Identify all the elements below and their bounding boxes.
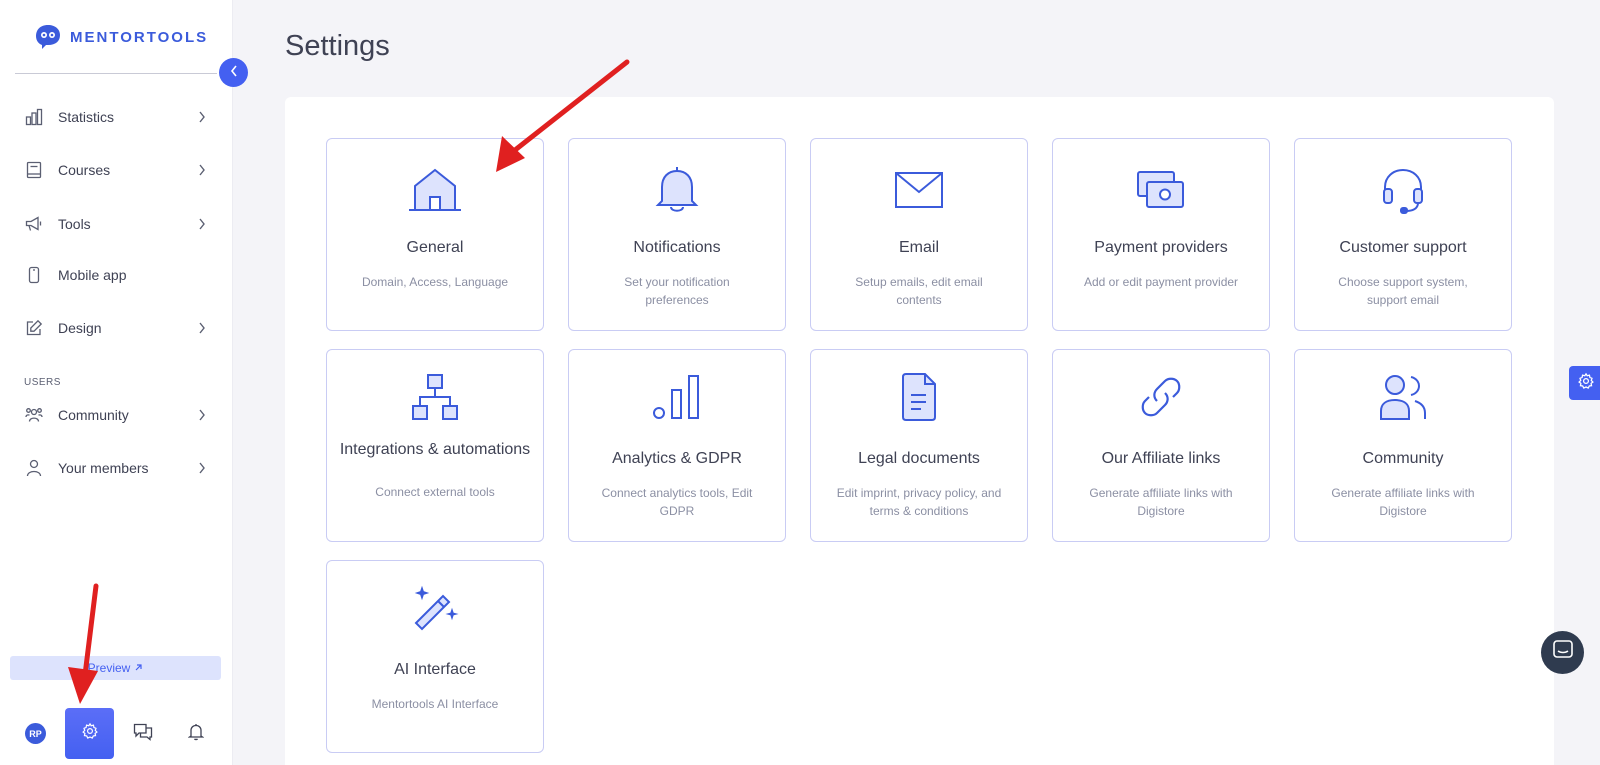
external-arrow-icon <box>134 661 143 675</box>
chat-launcher-button[interactable] <box>1541 631 1584 674</box>
settings-card-integrations[interactable]: Integrations & automations Connect exter… <box>326 349 544 542</box>
card-description: Choose support system, support email <box>1338 275 1468 307</box>
sidebar-divider <box>15 73 217 74</box>
group-icon <box>24 405 44 425</box>
settings-card-ai-interface[interactable]: AI Interface Mentortools AI Interface <box>326 560 544 753</box>
settings-card-community[interactable]: Community Generate affiliate links with … <box>1294 349 1512 542</box>
chevron-right-icon <box>195 163 209 177</box>
user-icon <box>24 458 44 478</box>
cash-icon <box>1053 165 1269 215</box>
preview-button[interactable]: Preview <box>10 656 221 680</box>
sidebar-item-label: Statistics <box>58 109 115 125</box>
card-title: Payment providers <box>1094 239 1228 256</box>
pencil-square-icon <box>24 318 44 338</box>
card-title: Community <box>1362 450 1444 467</box>
card-description: Generate affiliate links with Digistore <box>1331 486 1475 518</box>
card-title: Integrations & automations <box>339 441 531 458</box>
mentortools-logo-icon <box>34 23 62 51</box>
card-description: Setup emails, edit email contents <box>855 275 983 307</box>
chevron-right-icon <box>195 110 209 124</box>
sidebar-item-label: Design <box>58 320 102 336</box>
settings-card-legal-documents[interactable]: Legal documents Edit imprint, privacy po… <box>810 349 1028 542</box>
settings-card-affiliate-links[interactable]: Our Affiliate links Generate affiliate l… <box>1052 349 1270 542</box>
avatar[interactable]: RP <box>25 723 46 744</box>
brand-name: MENTORTOOLS <box>70 28 209 46</box>
bar-chart-icon <box>24 107 44 127</box>
sidebar-item-label: Courses <box>58 162 111 178</box>
card-description: Generate affiliate links with Digistore <box>1089 486 1233 518</box>
card-title: Notifications <box>633 239 721 256</box>
card-description: Connect external tools <box>375 485 495 499</box>
card-title: AI Interface <box>394 661 476 678</box>
sidebar-item-label: Community <box>58 407 129 423</box>
card-title: Customer support <box>1339 239 1467 256</box>
sidebar-item-design[interactable]: Design <box>24 310 209 346</box>
hierarchy-icon <box>327 372 543 422</box>
settings-card-analytics-gdpr[interactable]: Analytics & GDPR Connect analytics tools… <box>568 349 786 542</box>
settings-button[interactable] <box>65 708 114 759</box>
chevron-right-icon <box>195 217 209 231</box>
link-icon <box>1053 372 1269 422</box>
chevron-left-icon <box>230 64 238 82</box>
users-section-label: USERS <box>24 377 61 388</box>
chat-button[interactable] <box>132 723 154 745</box>
chat-icon <box>1552 639 1574 666</box>
document-icon <box>811 372 1027 422</box>
sidebar-item-tools[interactable]: Tools <box>24 206 209 242</box>
sidebar-item-your-members[interactable]: Your members <box>24 450 209 486</box>
card-description: Connect analytics tools, Edit GDPR <box>601 486 753 518</box>
envelope-icon <box>811 165 1027 215</box>
card-description: Domain, Access, Language <box>361 275 509 289</box>
card-title: Email <box>898 239 939 256</box>
gear-icon <box>1577 372 1595 395</box>
sidebar-item-community[interactable]: Community <box>24 397 209 433</box>
sidebar-item-label: Mobile app <box>58 267 127 283</box>
sidebar-bottom-bar: RP <box>0 706 233 761</box>
sidebar: MENTORTOOLS Statistics Courses Tools Mob… <box>0 0 233 765</box>
settings-card-general[interactable]: General Domain, Access, Language <box>326 138 544 331</box>
home-icon <box>327 165 543 215</box>
card-description: Add or edit payment provider <box>1083 275 1239 289</box>
sidebar-item-statistics[interactable]: Statistics <box>24 99 209 135</box>
sidebar-item-label: Your members <box>58 460 149 476</box>
settings-card-notifications[interactable]: Notifications Set your notification pref… <box>568 138 786 331</box>
brand-logo[interactable]: MENTORTOOLS <box>34 22 208 52</box>
settings-panel: General Domain, Access, Language Notific… <box>285 97 1554 765</box>
sidebar-item-mobile-app[interactable]: Mobile app <box>24 257 209 293</box>
settings-card-customer-support[interactable]: Customer support Choose support system, … <box>1294 138 1512 331</box>
card-description: Set your notification preferences <box>624 275 730 307</box>
sidebar-item-courses[interactable]: Courses <box>24 152 209 188</box>
magic-wand-icon <box>327 583 543 633</box>
headset-icon <box>1295 165 1511 215</box>
settings-gear-icon <box>81 722 99 745</box>
bell-icon <box>187 723 205 746</box>
chat-bubbles-icon <box>133 723 153 746</box>
settings-card-email[interactable]: Email Setup emails, edit email contents <box>810 138 1028 331</box>
sidebar-item-label: Tools <box>58 216 91 232</box>
bell-icon <box>569 165 785 215</box>
floating-settings-button[interactable] <box>1569 366 1600 400</box>
card-title: Legal documents <box>858 450 980 467</box>
book-icon <box>24 160 44 180</box>
card-title: General <box>406 239 464 256</box>
collapse-sidebar-button[interactable] <box>219 58 248 87</box>
signal-bars-icon <box>569 372 785 422</box>
page-title: Settings <box>285 30 390 62</box>
megaphone-icon <box>24 214 44 234</box>
preview-label: Preview <box>87 661 131 675</box>
chevron-right-icon <box>195 408 209 422</box>
chevron-right-icon <box>195 321 209 335</box>
phone-icon <box>24 265 44 285</box>
users-icon <box>1295 372 1511 422</box>
notifications-button[interactable] <box>185 723 207 745</box>
chevron-right-icon <box>195 461 209 475</box>
card-title: Analytics & GDPR <box>612 450 742 467</box>
settings-card-payment-providers[interactable]: Payment providers Add or edit payment pr… <box>1052 138 1270 331</box>
card-title: Our Affiliate links <box>1101 450 1221 467</box>
card-description: Mentortools AI Interface <box>371 697 499 711</box>
card-description: Edit imprint, privacy policy, and terms … <box>836 486 1002 518</box>
